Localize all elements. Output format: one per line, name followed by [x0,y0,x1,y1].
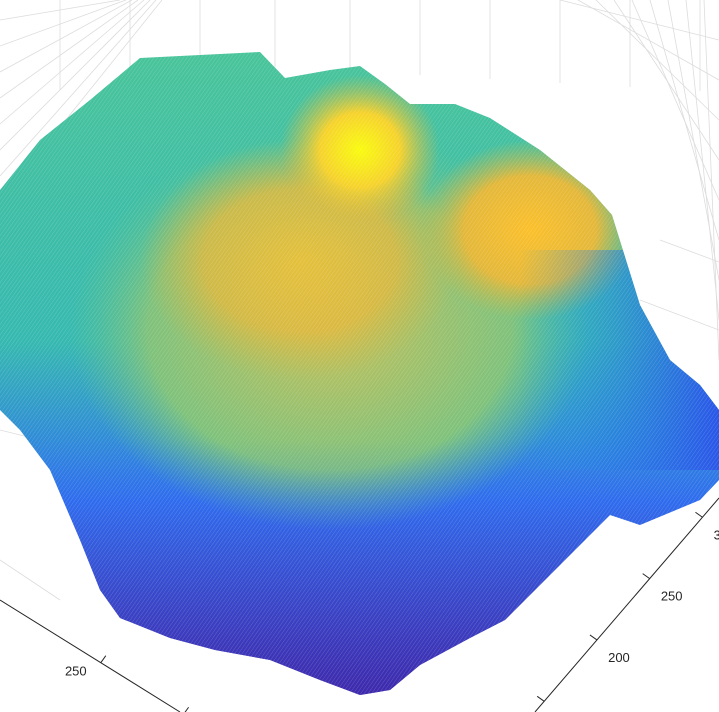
tick-mark [536,695,545,702]
grid-diagonal-right [559,0,719,41]
grid-diagonal-left [0,0,127,47]
tick-label: 300 [714,527,719,542]
grid-diagonal-right [685,0,719,321]
tick-mark [184,706,190,712]
tick-mark [589,634,598,641]
grid-diagonal-right [631,0,719,201]
grid-diagonal-right [703,0,719,361]
tick-mark [695,511,703,518]
grid-diagonal-right [577,0,719,81]
tick-label: 250 [65,664,87,679]
grid-horizontal-left [0,559,61,601]
tick-label: 200 [608,650,630,665]
wireframe-mesh [0,52,719,695]
face-surface [0,52,719,695]
grid-horizontal-right [659,239,719,263]
tick-mark [642,573,650,580]
grid-horizontal-right [639,299,719,331]
surface-plot: 200250 150200250300 [0,0,719,712]
grid-diagonal-left [0,0,133,73]
grid-diagonal-right [667,0,719,281]
grid-diagonal-right [595,0,719,121]
tick-mark [100,655,107,664]
tick-label: 250 [661,589,683,604]
